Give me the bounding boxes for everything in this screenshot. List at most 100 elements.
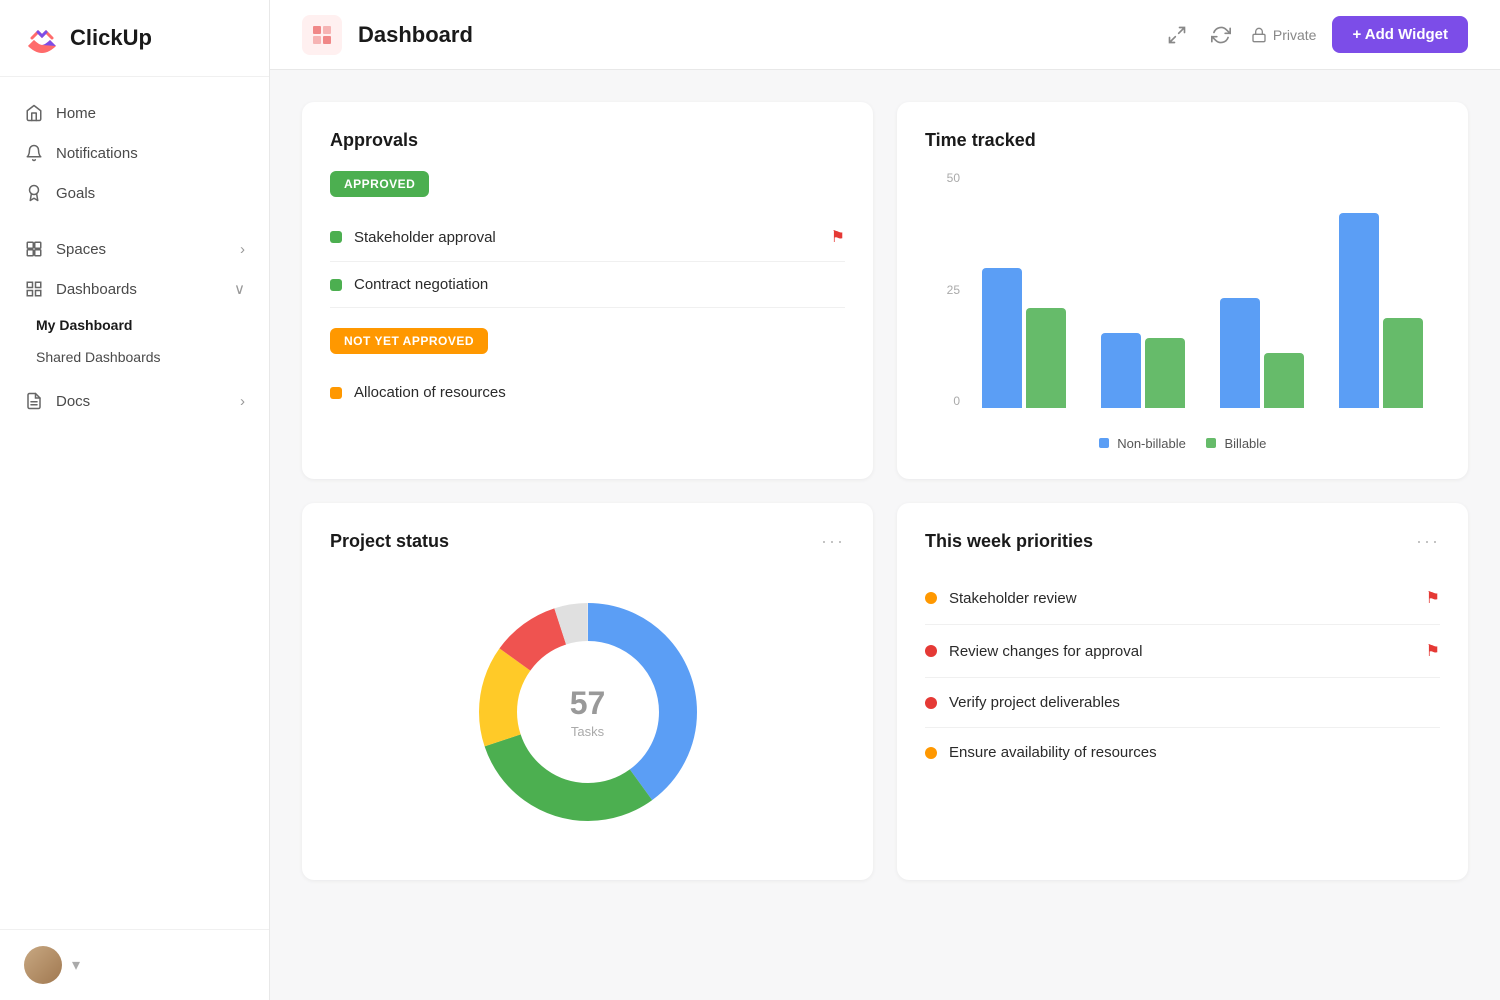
y-label-25: 25	[925, 283, 960, 297]
bar-blue-1	[982, 268, 1022, 408]
sidebar-item-notifications[interactable]: Notifications	[0, 133, 269, 173]
pdot-orange-2	[925, 747, 937, 759]
widget-menu-icon[interactable]: ···	[821, 531, 845, 552]
approvals-title: Approvals	[330, 130, 845, 151]
donut-center: 57 Tasks	[570, 685, 606, 739]
y-axis: 0 25 50	[925, 171, 960, 408]
pdot-orange-1	[925, 592, 937, 604]
home-icon	[24, 103, 44, 123]
task-count: 57	[570, 685, 606, 722]
y-label-0: 0	[925, 394, 960, 408]
legend-green-dot	[1206, 438, 1216, 448]
bar-green-1	[1026, 308, 1066, 408]
approval-item-allocation[interactable]: Allocation of resources	[330, 370, 845, 415]
sidebar-item-my-dashboard-label: My Dashboard	[36, 317, 132, 333]
pdot-red-2	[925, 697, 937, 709]
bar-blue-2	[1101, 333, 1141, 408]
sidebar-item-goals-label: Goals	[56, 185, 95, 202]
docs-icon	[24, 391, 44, 411]
bar-green-3	[1264, 353, 1304, 408]
sidebar-item-dashboards-label: Dashboards	[56, 281, 137, 298]
sidebar-item-shared-dashboards-label: Shared Dashboards	[36, 349, 161, 365]
approved-badge: APPROVED	[330, 171, 429, 197]
legend-billable: Billable	[1206, 436, 1267, 451]
sidebar-item-docs[interactable]: Docs ›	[0, 381, 269, 421]
sidebar-item-my-dashboard[interactable]: My Dashboard	[0, 309, 269, 341]
priorities-menu-icon[interactable]: ···	[1416, 531, 1440, 552]
approvals-widget: Approvals APPROVED Stakeholder approval …	[302, 102, 873, 479]
page-title: Dashboard	[358, 22, 473, 48]
priorities-title: This week priorities	[925, 531, 1093, 552]
expand-icon[interactable]	[1163, 21, 1191, 49]
sidebar-item-notifications-label: Notifications	[56, 145, 138, 162]
bar-green-2	[1145, 338, 1185, 408]
approval-item-contract[interactable]: Contract negotiation	[330, 262, 845, 308]
chart-bars-area: 0 25 50	[925, 171, 1440, 428]
logo-text: ClickUp	[70, 25, 152, 51]
sidebar-item-goals[interactable]: Goals	[0, 173, 269, 213]
legend-blue-dot	[1099, 438, 1109, 448]
sidebar-item-home[interactable]: Home	[0, 93, 269, 133]
project-status-header: Project status ···	[330, 531, 845, 552]
dashboards-icon	[24, 279, 44, 299]
docs-chevron-icon: ›	[240, 393, 245, 410]
approval-item-allocation-label: Allocation of resources	[354, 384, 506, 401]
bar-group-4	[1321, 213, 1440, 408]
dashboards-chevron-icon: ∨	[234, 280, 245, 298]
clickup-logo-icon	[24, 20, 60, 56]
legend-non-billable: Non-billable	[1099, 436, 1186, 451]
priority-item-4-label: Ensure availability of resources	[949, 744, 1157, 761]
pdot-red-1	[925, 645, 937, 657]
priority-item-3-label: Verify project deliverables	[949, 694, 1120, 711]
dot-green-icon2	[330, 279, 342, 291]
priority-item-1[interactable]: Stakeholder review ⚑	[925, 572, 1440, 625]
sidebar: ClickUp Home Notifications	[0, 0, 270, 1000]
sidebar-item-spaces-label: Spaces	[56, 241, 106, 258]
avatar-image	[24, 946, 62, 984]
priority-item-2[interactable]: Review changes for approval ⚑	[925, 625, 1440, 678]
bar-group-3	[1203, 298, 1322, 408]
dot-green-icon	[330, 231, 342, 243]
y-label-50: 50	[925, 171, 960, 185]
bar-group-2	[1084, 333, 1203, 408]
priority-item-1-label: Stakeholder review	[949, 590, 1077, 607]
bar-blue-4	[1339, 213, 1379, 408]
donut-chart-container: 57 Tasks	[330, 572, 845, 852]
chart-legend: Non-billable Billable	[925, 436, 1440, 451]
dot-orange-icon	[330, 387, 342, 399]
sidebar-footer: ▾	[0, 929, 269, 1000]
time-tracked-chart: 0 25 50	[925, 171, 1440, 451]
time-tracked-title: Time tracked	[925, 130, 1440, 151]
bar-group-1	[965, 268, 1084, 408]
bar-green-4	[1383, 318, 1423, 408]
topbar: Dashboard Private +	[270, 0, 1500, 70]
priority-item-2-label: Review changes for approval	[949, 643, 1142, 660]
avatar-caret[interactable]: ▾	[72, 955, 80, 975]
dashboard-grid: Approvals APPROVED Stakeholder approval …	[270, 70, 1500, 912]
bar-blue-3	[1220, 298, 1260, 408]
refresh-icon[interactable]	[1207, 21, 1235, 49]
task-label: Tasks	[570, 724, 606, 739]
priorities-header: This week priorities ···	[925, 531, 1440, 552]
spaces-chevron-icon: ›	[240, 241, 245, 258]
private-indicator: Private	[1251, 27, 1317, 43]
flag-icon: ⚑	[831, 227, 845, 247]
private-label-text: Private	[1273, 27, 1317, 43]
approval-item-stakeholder-label: Stakeholder approval	[354, 229, 496, 246]
priority-item-4[interactable]: Ensure availability of resources	[925, 728, 1440, 777]
project-status-widget: Project status ··· 57	[302, 503, 873, 880]
topbar-actions: Private + Add Widget	[1163, 16, 1468, 53]
priorities-widget: This week priorities ··· Stakeholder rev…	[897, 503, 1468, 880]
add-widget-button[interactable]: + Add Widget	[1332, 16, 1468, 53]
sidebar-item-spaces[interactable]: Spaces ›	[0, 229, 269, 269]
sidebar-item-shared-dashboards[interactable]: Shared Dashboards	[0, 341, 269, 373]
not-approved-badge: NOT YET APPROVED	[330, 328, 488, 354]
sidebar-item-docs-label: Docs	[56, 393, 90, 410]
sidebar-item-dashboards[interactable]: Dashboards ∨	[0, 269, 269, 309]
avatar[interactable]	[24, 946, 62, 984]
approval-item-contract-label: Contract negotiation	[354, 276, 488, 293]
priority-item-3[interactable]: Verify project deliverables	[925, 678, 1440, 728]
approval-item-stakeholder[interactable]: Stakeholder approval ⚑	[330, 213, 845, 262]
spaces-icon	[24, 239, 44, 259]
sidebar-nav: Home Notifications Goals	[0, 77, 269, 929]
